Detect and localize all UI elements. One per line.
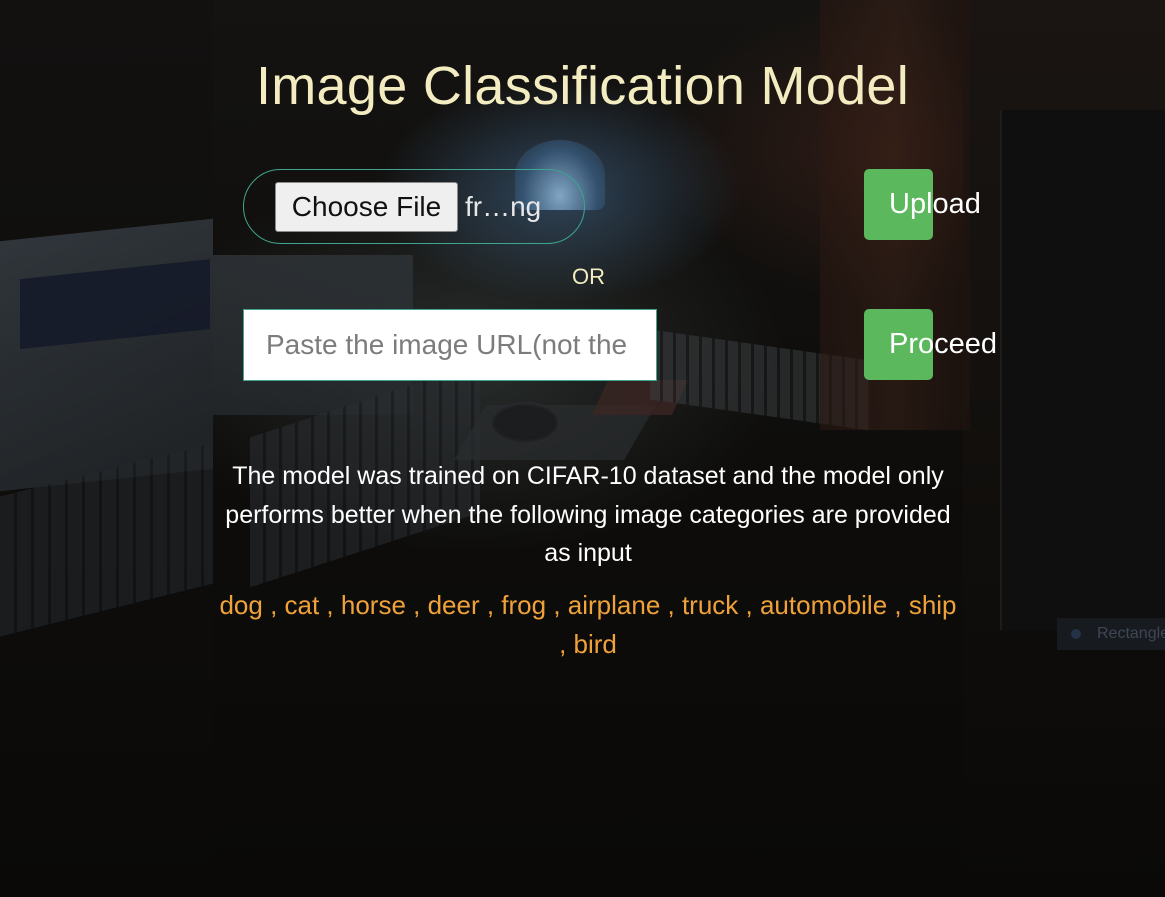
choose-file-button[interactable]: Choose File: [275, 182, 458, 232]
selected-file-name: fr…ng: [465, 191, 542, 222]
background-mouse: [490, 402, 560, 444]
proceed-button[interactable]: Proceed: [864, 309, 997, 380]
image-url-input[interactable]: [243, 309, 657, 381]
model-description: The model was trained on CIFAR-10 datase…: [225, 462, 951, 567]
background-screen-chip: Rectangle: [1057, 618, 1165, 650]
or-divider: OR: [572, 264, 605, 289]
category-list: dog , cat , horse , deer , frog , airpla…: [219, 590, 957, 659]
file-upload-field: Choose File fr…ng: [243, 169, 585, 244]
background-chip-dot: [1071, 629, 1081, 639]
background-photo: Rectangle: [0, 0, 1165, 897]
background-chip-label: Rectangle: [1097, 625, 1165, 642]
page-title: Image Classification Model: [255, 56, 910, 116]
background-monitor: Rectangle: [1000, 110, 1165, 650]
upload-button[interactable]: Upload: [864, 169, 981, 240]
